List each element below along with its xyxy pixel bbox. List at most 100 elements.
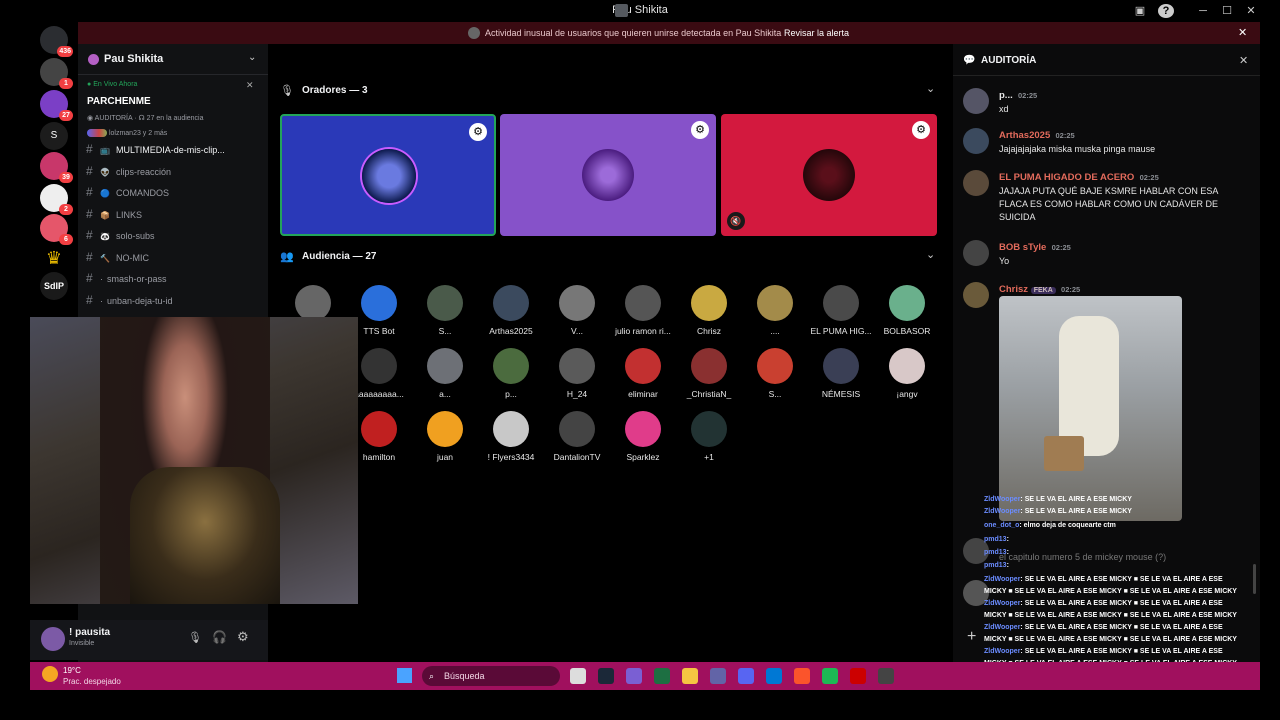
channel-hash-icon: # <box>86 271 93 285</box>
server-icon[interactable]: 6 <box>40 214 73 245</box>
minimize-button[interactable]: ─ <box>1193 2 1213 20</box>
message-avatar[interactable] <box>963 282 989 308</box>
channel-item[interactable]: # 📦 LINKS <box>86 207 264 227</box>
audience-member[interactable]: EL PUMA HIG... <box>810 285 872 336</box>
channel-item[interactable]: # · unban-deja-tu-id <box>86 293 264 313</box>
chevron-down-icon[interactable]: ⌄ <box>926 82 935 95</box>
server-icon[interactable]: S <box>40 122 68 150</box>
chevron-down-icon[interactable]: ⌄ <box>248 52 256 63</box>
message-avatar[interactable] <box>963 88 989 114</box>
inbox-icon[interactable]: ▣ <box>1130 2 1150 20</box>
server-icon[interactable]: 39 <box>40 152 73 183</box>
message-author[interactable]: p... 02:25 <box>999 90 1037 101</box>
stream-chat-text: : SE LE VA EL AIRE A ESE MICKY <box>1020 496 1132 503</box>
speaker-tile[interactable]: ⚙ <box>500 114 716 236</box>
folder-icon[interactable] <box>682 668 698 684</box>
audience-member[interactable]: .... <box>744 285 806 336</box>
audience-member[interactable]: Chrisz <box>678 285 740 336</box>
message-author[interactable]: Arthas2025 02:25 <box>999 130 1075 141</box>
weather-text[interactable]: Prac. despejado <box>63 677 121 686</box>
settings-icon[interactable]: ⚙ <box>912 121 930 139</box>
app-icon[interactable] <box>626 668 642 684</box>
audience-member[interactable]: Arthas2025 <box>480 285 542 336</box>
outlook-icon[interactable] <box>766 668 782 684</box>
headphones-icon[interactable]: 🎧 <box>212 630 227 644</box>
audience-member[interactable]: _ChristiaN_ <box>678 348 740 399</box>
channel-item[interactable]: # 🐼 solo-subs <box>86 228 264 248</box>
audience-member[interactable]: S... <box>744 348 806 399</box>
crown-icon[interactable]: ♛ <box>40 244 68 272</box>
audience-member[interactable]: Sparklez <box>612 411 674 462</box>
chat-image-attachment[interactable] <box>999 296 1182 521</box>
channel-item[interactable]: # 📺 MULTIMEDIA-de-mis-clip... <box>86 142 264 162</box>
stage-name[interactable]: PARCHENME <box>87 96 151 107</box>
close-chat-button[interactable]: ✕ <box>1239 54 1248 67</box>
audience-member[interactable]: +1 <box>678 411 740 462</box>
taskbar-search[interactable]: ⌕ Búsqueda <box>422 666 560 686</box>
audience-member[interactable]: NÉMESIS <box>810 348 872 399</box>
settings-icon[interactable]: ⚙ <box>691 121 709 139</box>
spotify-icon[interactable] <box>822 668 838 684</box>
audience-member[interactable]: julio ramon ri... <box>612 285 674 336</box>
media-icon[interactable] <box>850 668 866 684</box>
teams-icon[interactable] <box>710 668 726 684</box>
server-icon[interactable]: SdIP <box>40 272 68 300</box>
audience-member[interactable]: H_24 <box>546 348 608 399</box>
excel-icon[interactable] <box>654 668 670 684</box>
message-avatar[interactable] <box>963 240 989 266</box>
temperature[interactable]: 19°C <box>63 666 81 675</box>
channel-item[interactable]: # · smash-or-pass <box>86 271 264 291</box>
server-icon[interactable]: 2 <box>40 184 73 215</box>
audience-member[interactable]: a... <box>414 348 476 399</box>
author-name: Chrisz <box>999 284 1029 295</box>
audience-name: .... <box>770 326 780 336</box>
server-name[interactable]: Pau Shikita <box>104 53 163 65</box>
username[interactable]: ! pausita <box>69 627 110 638</box>
review-alert-link[interactable]: Revisar la alerta <box>784 22 849 44</box>
audience-avatar <box>559 348 595 384</box>
audience-member[interactable]: S... <box>414 285 476 336</box>
close-alert-button[interactable]: ✕ <box>1238 26 1247 39</box>
server-icon[interactable]: 27 <box>40 90 73 121</box>
audience-member[interactable]: eliminar <box>612 348 674 399</box>
chrome-icon[interactable] <box>878 668 894 684</box>
channel-item[interactable]: # 🔵 COMANDOS <box>86 185 264 205</box>
audience-member[interactable]: ¡angv <box>876 348 938 399</box>
server-icon[interactable]: 1 <box>40 58 73 89</box>
weather-icon[interactable] <box>42 666 58 682</box>
speaker-tile[interactable]: ⚙ 🔇 <box>721 114 937 236</box>
settings-icon[interactable]: ⚙ <box>469 123 487 141</box>
message-author[interactable]: EL PUMA HIGADO DE ACERO 02:25 <box>999 172 1159 183</box>
channel-name: solo-subs <box>115 231 155 241</box>
discord-icon[interactable] <box>738 668 754 684</box>
audience-member[interactable]: DantalionTV <box>546 411 608 462</box>
message-author[interactable]: BOB sTyle 02:25 <box>999 242 1071 253</box>
audience-member[interactable]: p... <box>480 348 542 399</box>
channel-item[interactable]: # 🔨 NO-MIC <box>86 250 264 270</box>
microphone-icon[interactable]: 🎙 <box>188 631 202 644</box>
role-tag: FEKA <box>1030 287 1056 294</box>
close-window-button[interactable]: ✕ <box>1241 2 1261 20</box>
message-avatar[interactable] <box>963 128 989 154</box>
speakers-text: lolzman23 y 2 más <box>108 129 168 137</box>
help-icon[interactable]: ? <box>1158 4 1174 18</box>
audience-member[interactable]: ! Flyers3434 <box>480 411 542 462</box>
direct-messages-icon[interactable]: 436 <box>40 26 73 57</box>
audience-member[interactable]: BOLBASOR <box>876 285 938 336</box>
audience-member[interactable]: juan <box>414 411 476 462</box>
file-explorer-icon[interactable] <box>570 668 586 684</box>
windows-start-icon[interactable] <box>397 668 412 683</box>
message-avatar[interactable] <box>963 170 989 196</box>
speaker-tile[interactable]: ⚙ <box>280 114 496 236</box>
user-avatar[interactable] <box>41 627 65 651</box>
message-author[interactable]: Chrisz FEKA 02:25 <box>999 284 1080 295</box>
gear-icon[interactable]: ⚙ <box>237 629 249 645</box>
channel-item[interactable]: # 👽 clips-reacción <box>86 164 264 184</box>
maximize-button[interactable]: ☐ <box>1217 2 1237 20</box>
audience-member[interactable]: V... <box>546 285 608 336</box>
steam-icon[interactable] <box>598 668 614 684</box>
add-attachment-icon[interactable]: + <box>967 628 985 646</box>
chevron-down-icon[interactable]: ⌄ <box>926 248 935 261</box>
brave-icon[interactable] <box>794 668 810 684</box>
close-stage-card[interactable]: ✕ <box>246 80 254 91</box>
